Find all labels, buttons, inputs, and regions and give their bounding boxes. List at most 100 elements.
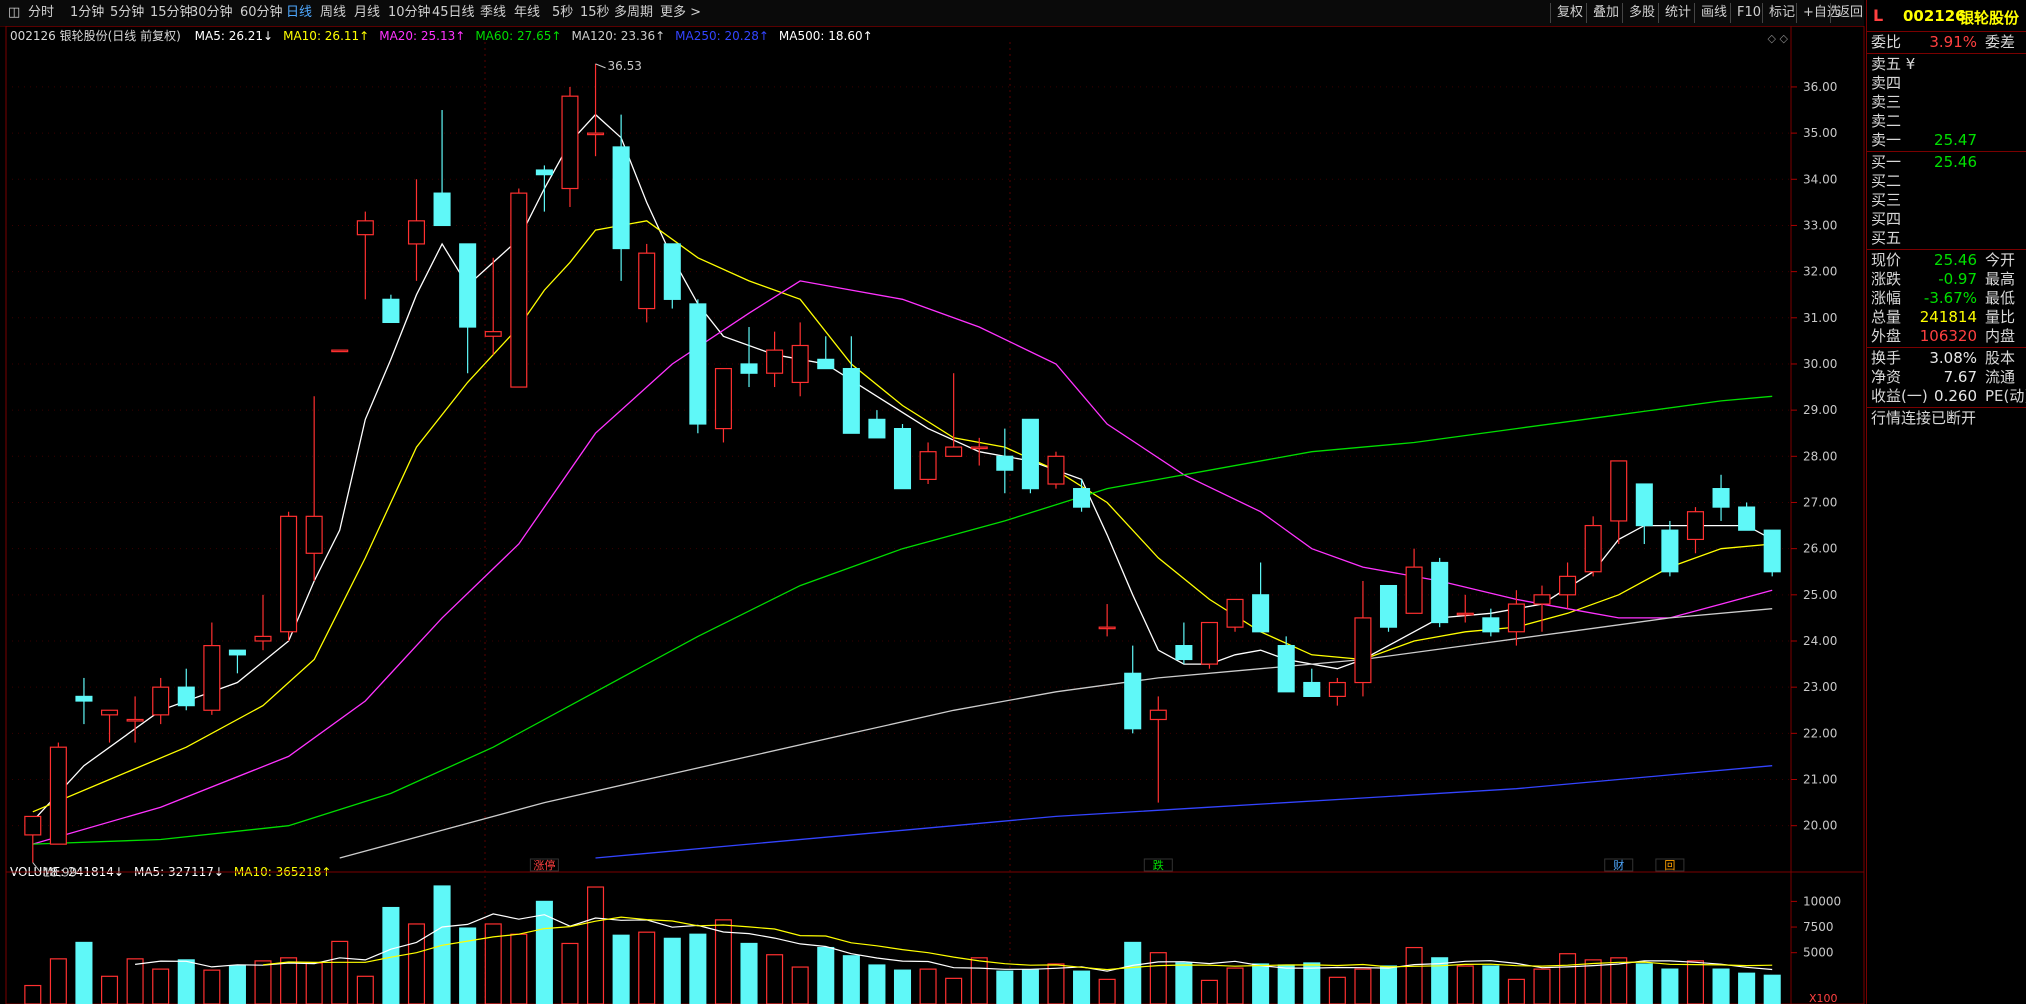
event-marker-3[interactable]: 回: [1664, 859, 1675, 872]
candle-body-34[interactable]: [893, 428, 912, 490]
period-tab-1[interactable]: 1分钟: [70, 4, 104, 22]
kline-chart[interactable]: 36.00 35.00 34.00 33.00 32.00 31.00 30.00 29.00…: [0, 26, 1866, 1004]
candle-body-39[interactable]: [1021, 418, 1039, 490]
event-marker-0[interactable]: 涨停: [533, 858, 555, 872]
candle-body-52[interactable]: [1354, 617, 1372, 684]
candle-body-10[interactable]: [280, 515, 298, 633]
candle-body-21[interactable]: [561, 95, 579, 190]
candle-body-56[interactable]: [1456, 612, 1474, 616]
candle-body-30[interactable]: [791, 344, 809, 384]
candle-body-48[interactable]: [1252, 594, 1270, 633]
candle-body-41[interactable]: [1073, 488, 1091, 508]
candle-body-31[interactable]: [817, 358, 835, 370]
period-tab-5[interactable]: 60分钟: [240, 4, 283, 22]
candle-body-24[interactable]: [638, 252, 656, 310]
period-tab-16[interactable]: 更多 >: [660, 4, 701, 22]
candle-body-4[interactable]: [126, 718, 144, 722]
candle-body-7[interactable]: [203, 645, 221, 711]
event-marker-1[interactable]: 跌: [1153, 858, 1164, 872]
candle-body-22[interactable]: [587, 132, 605, 136]
candle-body-49[interactable]: [1277, 645, 1295, 693]
period-tab-11[interactable]: 季线: [480, 4, 506, 22]
period-tab-0[interactable]: 分时: [28, 4, 54, 22]
toolbar-button-1[interactable]: 叠加: [1586, 3, 1625, 23]
candle-body-18[interactable]: [484, 331, 502, 337]
candle-body-14[interactable]: [382, 298, 400, 324]
candle-body-11[interactable]: [305, 515, 323, 554]
candle-body-38[interactable]: [996, 455, 1014, 471]
period-tab-12[interactable]: 年线: [514, 4, 540, 22]
candle-body-59[interactable]: [1533, 594, 1551, 605]
toolbar-button-2[interactable]: 多股: [1622, 3, 1661, 23]
candle-body-65[interactable]: [1686, 511, 1705, 541]
candle-body-9[interactable]: [254, 635, 272, 642]
toolbar-button-0[interactable]: 复权: [1550, 3, 1589, 23]
period-tab-13[interactable]: 5秒: [552, 4, 573, 22]
period-tab-9[interactable]: 10分钟: [388, 4, 431, 22]
candle-body-46[interactable]: [1200, 621, 1218, 665]
period-tab-14[interactable]: 15秒: [580, 4, 610, 22]
candle-body-27[interactable]: [714, 367, 732, 430]
candle-body-19[interactable]: [510, 192, 528, 388]
toolbar-button-8[interactable]: 返回: [1830, 3, 1869, 23]
candle-body-12[interactable]: [331, 349, 349, 353]
candle-body-40[interactable]: [1047, 455, 1065, 485]
candle-body-42[interactable]: [1098, 626, 1116, 630]
toolbar-button-4[interactable]: 画线: [1694, 3, 1733, 23]
period-tab-10[interactable]: 45日线: [432, 4, 475, 22]
candle-body-16[interactable]: [433, 192, 451, 227]
candle-body-47[interactable]: [1226, 598, 1244, 628]
candle-body-32[interactable]: [842, 367, 860, 434]
candle-body-20[interactable]: [535, 169, 553, 176]
candle-body-64[interactable]: [1661, 529, 1679, 573]
period-tab-6[interactable]: 日线: [286, 4, 312, 22]
period-tab-15[interactable]: 多周期: [614, 4, 653, 22]
candle-body-25[interactable]: [663, 243, 681, 300]
candle-body-45[interactable]: [1175, 645, 1193, 661]
window-icon[interactable]: ◫: [8, 4, 20, 22]
candle-body-55[interactable]: [1431, 561, 1449, 624]
candle-body-2[interactable]: [75, 695, 93, 702]
candle-body-50[interactable]: [1303, 681, 1321, 698]
candle-body-58[interactable]: [1507, 603, 1525, 633]
period-tab-3[interactable]: 15分钟: [150, 4, 193, 22]
period-tab-4[interactable]: 30分钟: [190, 4, 233, 22]
candle-body-60[interactable]: [1559, 575, 1577, 596]
candle-body-6[interactable]: [177, 686, 195, 707]
candle-body-23[interactable]: [612, 146, 630, 250]
period-tab-7[interactable]: 周线: [320, 4, 346, 22]
candle-body-67[interactable]: [1738, 506, 1756, 531]
candle-body-33[interactable]: [868, 418, 886, 439]
candle-body-13[interactable]: [356, 220, 374, 236]
candle-body-0[interactable]: [24, 815, 42, 836]
candle-body-54[interactable]: [1405, 566, 1423, 614]
candle-body-5[interactable]: [152, 686, 170, 716]
candle-body-66[interactable]: [1712, 488, 1730, 508]
candle-body-44[interactable]: [1149, 709, 1167, 721]
candle-body-28[interactable]: [740, 363, 758, 374]
candle-body-26[interactable]: [689, 303, 707, 425]
candle-body-68[interactable]: [1763, 529, 1781, 573]
candle-body-63[interactable]: [1635, 483, 1653, 527]
candle-body-8[interactable]: [228, 649, 246, 656]
diamond-icon[interactable]: ◇: [1780, 32, 1789, 45]
candle-body-3[interactable]: [100, 709, 119, 716]
candle-body-43[interactable]: [1124, 672, 1142, 730]
event-marker-2[interactable]: 财: [1613, 858, 1624, 872]
candle-body-37[interactable]: [970, 446, 988, 450]
candle-body-17[interactable]: [459, 243, 477, 328]
candle-body-57[interactable]: [1482, 617, 1500, 633]
candle-body-36[interactable]: [945, 446, 963, 457]
period-tab-8[interactable]: 月线: [354, 4, 380, 22]
candle-body-35[interactable]: [919, 451, 937, 480]
candle-body-62[interactable]: [1610, 460, 1628, 522]
candle-body-15[interactable]: [407, 220, 426, 245]
period-tab-2[interactable]: 5分钟: [110, 4, 144, 22]
candle-body-29[interactable]: [766, 349, 784, 374]
candle-body-61[interactable]: [1584, 524, 1602, 573]
candle-body-51[interactable]: [1328, 681, 1346, 698]
candle-body-53[interactable]: [1379, 584, 1398, 628]
candle-body-1[interactable]: [49, 746, 67, 845]
collapse-icon[interactable]: ◇: [1768, 32, 1777, 45]
toolbar-button-3[interactable]: 统计: [1658, 3, 1697, 23]
